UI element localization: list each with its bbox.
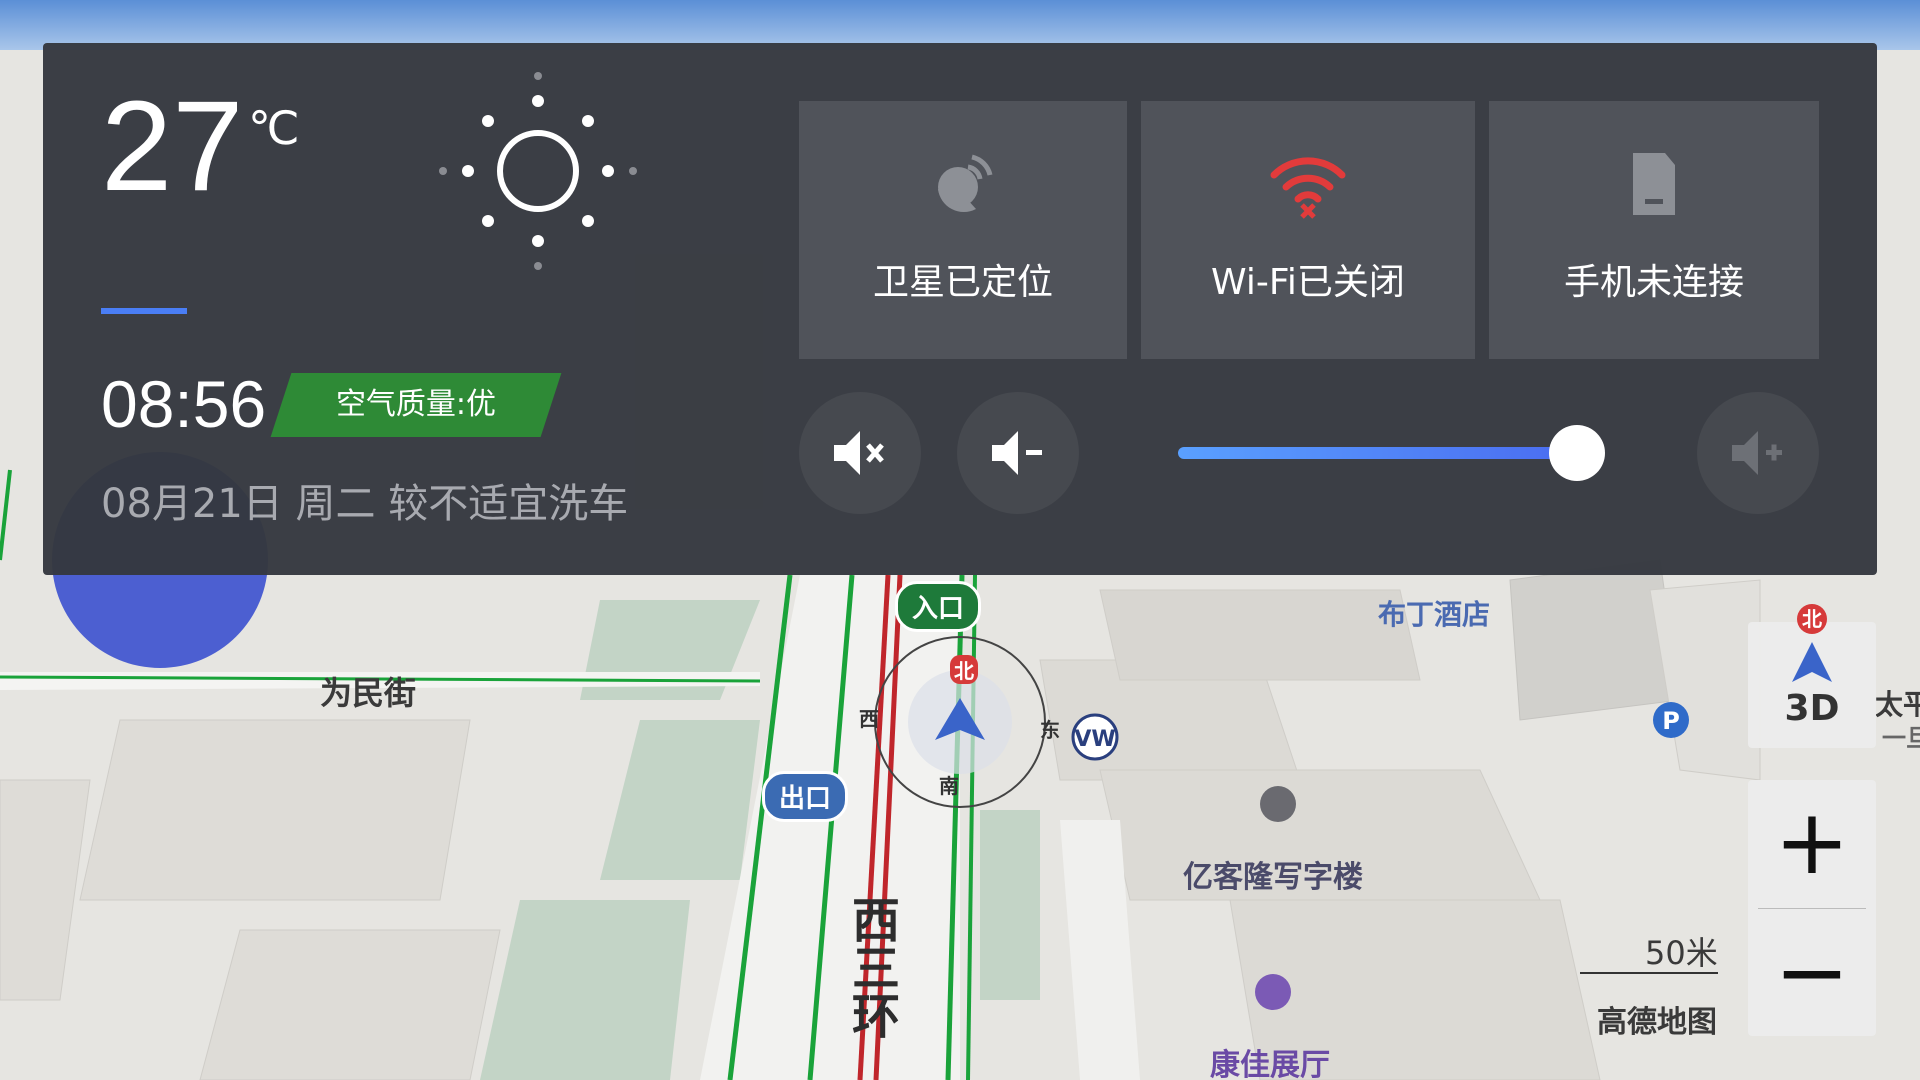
poi-label-hotel[interactable]: 布丁酒店 (1378, 593, 1490, 633)
svg-text:P: P (1662, 707, 1680, 735)
compass-arrow-icon (1792, 642, 1832, 682)
volume-up-button[interactable] (1697, 392, 1819, 514)
tile-phone-label: 手机未连接 (1563, 262, 1744, 303)
zoom-in-button[interactable]: + (1748, 788, 1876, 898)
wifi-off-icon (1270, 157, 1346, 219)
volume-down-button[interactable] (957, 392, 1079, 514)
exit-badge: 出口 (762, 771, 849, 822)
view-mode-button[interactable]: 北 3D (1748, 604, 1876, 748)
air-quality-label: 空气质量:优 (335, 387, 497, 422)
screen: VW P 为民街 西三环 入口 出口 布丁酒店 亿客隆写字楼 康佳展厅 太平 一… (0, 0, 1920, 1080)
tile-wifi-label: Wi-Fi已关闭 (1211, 262, 1405, 303)
volume-up-icon (1732, 431, 1782, 475)
compass-west: 西 (859, 707, 879, 731)
compass-east: 东 (1040, 718, 1060, 742)
status-panel: 27 ℃ 08:56 空气质量:优 08月21日 周二 较不适宜洗车 卫星已定位… (43, 43, 1877, 575)
poi-label-office[interactable]: 亿客隆写字楼 (1183, 852, 1363, 896)
tile-satellite-label: 卫星已定位 (872, 262, 1053, 303)
compass-north: 北 (950, 655, 978, 684)
temperature-unit: ℃ (248, 101, 300, 155)
zoom-out-button[interactable]: − (1748, 918, 1876, 1028)
mute-icon (834, 431, 884, 475)
zoom-controls: + − (1748, 780, 1876, 1036)
road-label-weiminjie: 为民街 (320, 674, 417, 712)
mute-button[interactable] (799, 392, 921, 514)
poi-label-edge: 太平 (1875, 688, 1920, 721)
scale-label: 50米 (1645, 934, 1718, 972)
tile-phone[interactable]: 手机未连接 (1489, 101, 1819, 359)
satellite-icon (938, 154, 993, 213)
road-label-xisanhuan: 西三环 (843, 895, 899, 1039)
volume-down-icon (992, 431, 1042, 475)
poi-label-edge-sub: 一旦 (1882, 724, 1920, 752)
volume-slider-track[interactable] (1178, 447, 1577, 459)
north-indicator: 北 (1797, 604, 1827, 634)
poi-label-hall[interactable]: 康佳展厅 (1210, 1040, 1330, 1080)
entrance-badge: 入口 (895, 581, 982, 632)
view-mode-label: 3D (1784, 688, 1840, 729)
svg-text:VW: VW (1074, 727, 1115, 752)
phone-icon (1633, 153, 1675, 215)
tile-satellite[interactable]: 卫星已定位 (799, 101, 1127, 359)
tile-wifi[interactable]: Wi-Fi已关闭 (1141, 101, 1475, 359)
clock-time: 08:56 (101, 367, 267, 441)
accent-divider (101, 308, 187, 314)
sun-icon (439, 72, 637, 270)
volume-slider-knob[interactable] (1549, 425, 1605, 481)
brand-logo: 高德地图 (1597, 1005, 1717, 1040)
compass-south: 南 (939, 774, 959, 798)
date-line: 08月21日 周二 较不适宜洗车 (101, 481, 629, 527)
zoom-divider (1758, 908, 1866, 909)
temperature-value: 27 (101, 75, 244, 218)
